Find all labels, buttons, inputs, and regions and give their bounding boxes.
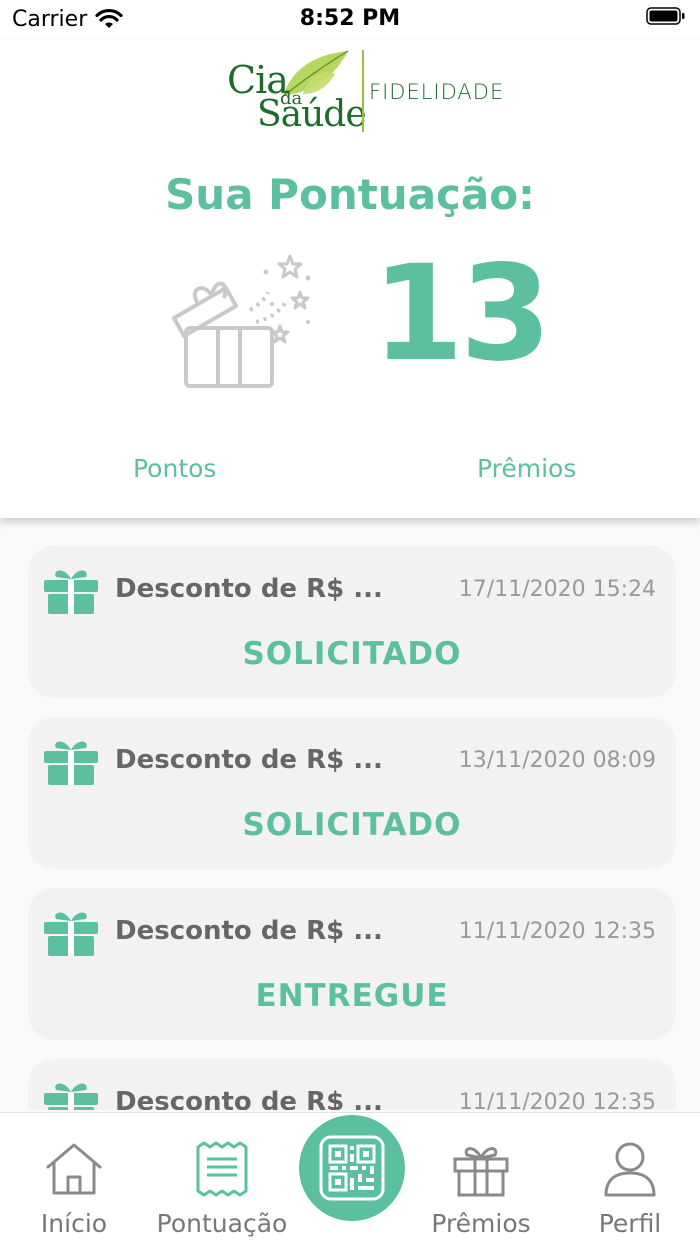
reward-date: 11/11/2020 12:35: [458, 919, 656, 944]
reward-status: SOLICITADO: [242, 636, 462, 672]
reward-card[interactable]: Desconto de R$ ... 13/11/2020 08:09 SOLI…: [28, 717, 676, 869]
qr-code-button[interactable]: [299, 1115, 405, 1221]
nav-label: Pontuação: [156, 1209, 288, 1238]
tab-premios[interactable]: Prêmios: [477, 454, 576, 483]
reward-title: Desconto de R$ ...: [115, 1087, 383, 1110]
reward-card[interactable]: Desconto de R$ ... 17/11/2020 15:24 SOLI…: [28, 546, 676, 698]
cia-da-saude-logo: Cia da Saúde FIDELIDADE: [225, 46, 503, 136]
qr-code-icon: [319, 1135, 385, 1201]
open-gift-icon: [172, 254, 311, 388]
gift-icon: [44, 912, 98, 956]
reward-title: Desconto de R$ ...: [115, 916, 383, 946]
home-icon: [46, 1143, 102, 1195]
status-bar: Carrier 8:52 PM: [0, 0, 700, 40]
logo-subtitle: FIDELIDADE: [369, 80, 505, 104]
gift-icon: [453, 1147, 509, 1197]
nav-premios[interactable]: Prêmios: [420, 1113, 542, 1244]
logo-divider: [362, 50, 364, 132]
reward-date: 11/11/2020 12:35: [458, 1090, 656, 1110]
user-icon: [604, 1142, 656, 1197]
nav-perfil[interactable]: Perfil: [580, 1113, 680, 1244]
reward-card[interactable]: Desconto de R$ ... 11/11/2020 12:35 ENTR…: [28, 888, 676, 1040]
tab-pontos[interactable]: Pontos: [133, 454, 216, 483]
reward-date: 13/11/2020 08:09: [458, 748, 656, 773]
status-time: 8:52 PM: [299, 6, 401, 31]
nav-label: Prêmios: [431, 1209, 531, 1238]
rewards-list[interactable]: Desconto de R$ ... 17/11/2020 15:24 SOLI…: [0, 518, 700, 1110]
nav-pontuacao[interactable]: Pontuação: [152, 1113, 292, 1244]
nav-label: Perfil: [598, 1209, 662, 1238]
reward-date: 17/11/2020 15:24: [458, 577, 656, 602]
score-title: Sua Pontuação:: [165, 170, 535, 219]
score-value: 13: [372, 237, 552, 391]
gift-icon: [44, 1083, 98, 1110]
reward-card[interactable]: Desconto de R$ ... 11/11/2020 12:35: [28, 1059, 676, 1110]
receipt-icon: [196, 1141, 248, 1197]
reward-status: SOLICITADO: [242, 807, 462, 843]
logo-text-saude: Saúde: [257, 94, 367, 135]
nav-label: Início: [40, 1209, 108, 1238]
battery-icon: [646, 7, 685, 25]
gift-icon: [44, 570, 98, 614]
reward-title: Desconto de R$ ...: [115, 574, 383, 604]
reward-title: Desconto de R$ ...: [115, 745, 383, 775]
reward-status: ENTREGUE: [255, 978, 449, 1014]
nav-inicio[interactable]: Início: [14, 1113, 134, 1244]
score-header: Cia da Saúde FIDELIDADE Sua Pontuação: 1…: [0, 40, 700, 518]
gift-icon: [44, 741, 98, 785]
